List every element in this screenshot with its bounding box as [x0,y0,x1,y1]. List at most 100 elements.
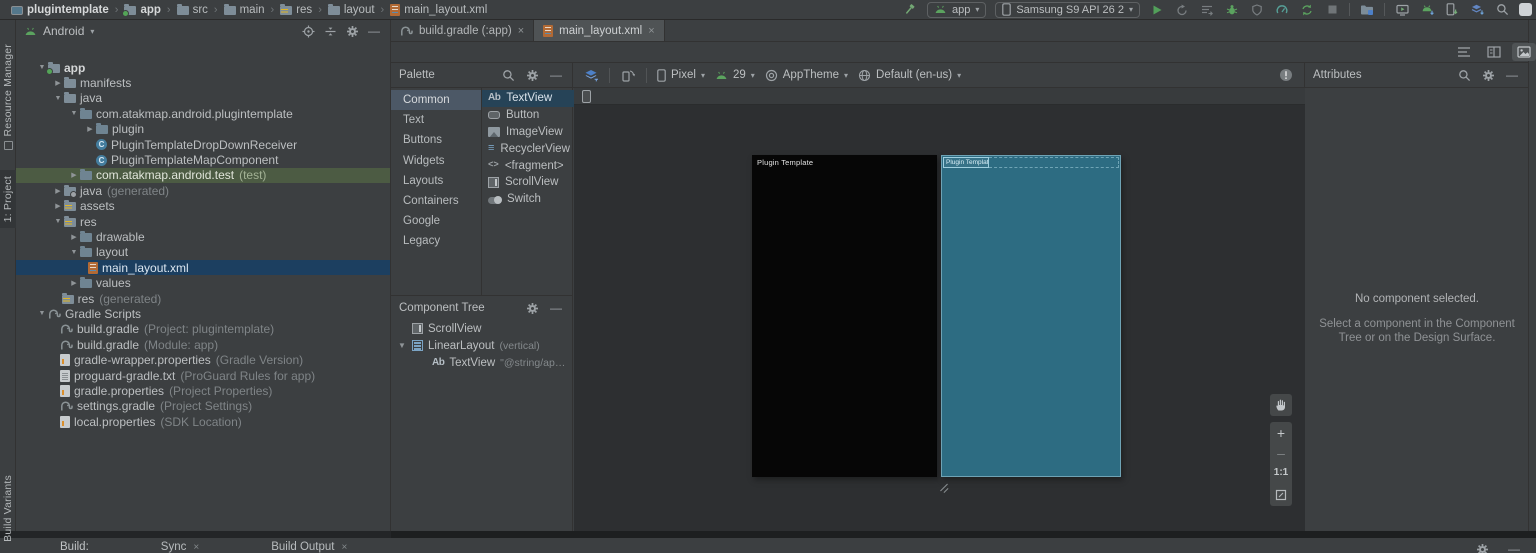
collapse-all-button[interactable] [322,23,338,39]
palette-item-scrollview[interactable]: ScrollView [482,174,587,191]
editor-tab-build-gradle-app-[interactable]: build.gradle (:app) × [391,20,535,41]
tree-item[interactable]: res (generated) [16,291,390,306]
user-avatar[interactable] [1519,3,1532,16]
gear-icon[interactable] [1480,67,1496,83]
build-tab-build-output[interactable]: Build Output × [271,541,347,553]
tree-item[interactable]: ▼ layout [16,245,390,260]
tree-item[interactable]: build.gradle (Module: app) [16,337,390,352]
tree-item[interactable]: proguard-gradle.txt (ProGuard Rules for a… [16,368,390,383]
tree-arrow-icon[interactable]: ▶ [68,279,80,287]
tree-arrow-icon[interactable]: ▶ [52,202,64,210]
locate-file-button[interactable] [300,23,316,39]
tree-item[interactable]: ▼ com.atakmap.android.plugintemplate [16,106,390,121]
pan-hand-button[interactable] [1270,394,1292,416]
tree-item[interactable]: gradle.properties (Project Properties) [16,383,390,398]
tree-item[interactable]: main_layout.xml [16,260,390,276]
tree-arrow-icon[interactable]: ▼ [52,218,64,225]
tree-item[interactable]: ▶ values [16,275,390,290]
run-config-select[interactable]: app ▾ [926,1,987,18]
tree-arrow-icon[interactable]: ▶ [68,171,80,179]
gear-icon[interactable] [1474,541,1490,553]
design-view-button[interactable] [1512,43,1536,61]
tree-arrow-icon[interactable]: ▶ [68,233,80,241]
apply-code-changes-button[interactable] [1199,2,1215,18]
breadcrumb-item[interactable]: plugintemplate [8,4,112,16]
hide-panel-button[interactable]: — [366,24,382,38]
tool-window-button-resource-manager[interactable]: Resource Manager [0,44,16,154]
component-tree-item-linearlayout[interactable]: ▼ LinearLayout (vertical) [391,337,572,354]
tree-arrow-icon[interactable]: ▼ [68,249,80,256]
issue-indicator[interactable] [1278,67,1294,83]
rerun-button[interactable] [1174,2,1190,18]
design-blueprint-toggle[interactable] [583,67,599,83]
palette-item-switch[interactable]: Switch [482,191,587,208]
palette-item-button[interactable]: Button [482,107,587,124]
palette-category-google[interactable]: Google [391,211,481,231]
palette-category-text[interactable]: Text [391,110,481,130]
breadcrumb-item[interactable]: res [277,3,315,16]
breadcrumb-item[interactable]: main [221,3,268,16]
search-icon[interactable] [1456,67,1472,83]
breadcrumb-item[interactable]: layout [325,3,378,16]
build-tab-sync[interactable]: Sync × [161,541,199,553]
device-resize-handle[interactable] [938,482,950,494]
tree-arrow-icon[interactable]: ▼ [68,110,80,117]
editor-tab-main-layout-xml[interactable]: main_layout.xml × [534,20,665,41]
run-button[interactable] [1149,2,1165,18]
zoom-ratio-button[interactable]: 1:1 [1270,462,1292,484]
hide-panel-button[interactable]: — [548,301,564,315]
vcs-update-button[interactable] [1469,2,1485,18]
build-hammer-button[interactable] [902,2,918,18]
tree-arrow-icon[interactable]: ▼ [36,310,48,317]
sync-project-button[interactable] [1299,2,1315,18]
close-icon[interactable]: × [193,542,199,553]
palette-category-layouts[interactable]: Layouts [391,171,481,191]
theme-select[interactable]: AppTheme ▾ [765,69,848,82]
orientation-button[interactable] [620,67,636,83]
hide-panel-button[interactable]: — [1504,68,1520,82]
blueprint-textview[interactable]: Plugin Template [943,157,989,168]
debug-button[interactable] [1224,2,1240,18]
tree-item[interactable]: local.properties (SDK Location) [16,414,390,429]
hide-panel-button[interactable]: — [548,68,564,82]
breadcrumb-item[interactable]: app [121,3,163,17]
palette-category-common[interactable]: Common [391,90,481,111]
tree-item[interactable]: ▶ manifests [16,75,390,90]
tree-arrow-icon[interactable]: ▶ [52,79,64,87]
tree-arrow-icon[interactable]: ▶ [84,125,96,133]
tree-item[interactable]: ▼ res [16,214,390,229]
search-icon[interactable] [500,67,516,83]
chevron-down-icon[interactable]: ▾ [90,27,94,36]
run-with-coverage-button[interactable] [1249,2,1265,18]
tree-item[interactable]: ▼ java [16,91,390,106]
gear-icon[interactable] [344,23,360,39]
gear-icon[interactable] [524,67,540,83]
tool-window-button-build-variants[interactable]: Build Variants [0,475,16,542]
device-select[interactable]: Samsung S9 API 26 2 ▾ [995,1,1140,18]
zoom-to-fit-button[interactable] [1270,484,1292,506]
tree-item[interactable]: ▶ drawable [16,229,390,244]
tree-item[interactable]: ▶ com.atakmap.android.test (test) [16,167,390,184]
code-view-button[interactable] [1452,43,1476,61]
tree-item[interactable]: ▶ java (generated) [16,183,390,198]
palette-item-fragment[interactable]: <> <fragment> [482,157,587,174]
split-view-button[interactable] [1482,43,1506,61]
palette-category-buttons[interactable]: Buttons [391,130,481,150]
close-icon[interactable]: × [648,25,654,37]
device-size-select[interactable]: Pixel ▾ [657,68,705,82]
tree-item[interactable]: ▶ assets [16,199,390,214]
locale-select[interactable]: Default (en-us) ▾ [858,69,961,82]
stop-button[interactable] [1324,2,1340,18]
component-tree-item-textview[interactable]: Ab TextView "@string/app_na... [391,354,572,371]
tree-item[interactable]: settings.gradle (Project Settings) [16,399,390,414]
tree-item[interactable]: PluginTemplateMapComponent [16,152,390,167]
zoom-out-button[interactable]: – [1270,444,1292,462]
device-manager-button[interactable] [1394,2,1410,18]
tree-arrow-icon[interactable]: ▼ [52,95,64,102]
palette-category-widgets[interactable]: Widgets [391,151,481,171]
tree-item[interactable]: gradle-wrapper.properties (Gradle Version… [16,352,390,367]
tree-item[interactable]: PluginTemplateDropDownReceiver [16,137,390,152]
project-structure-button[interactable] [1359,2,1375,18]
tree-item[interactable]: ▼ Gradle Scripts [16,306,390,321]
blueprint-preview[interactable]: Plugin Template [941,155,1121,477]
